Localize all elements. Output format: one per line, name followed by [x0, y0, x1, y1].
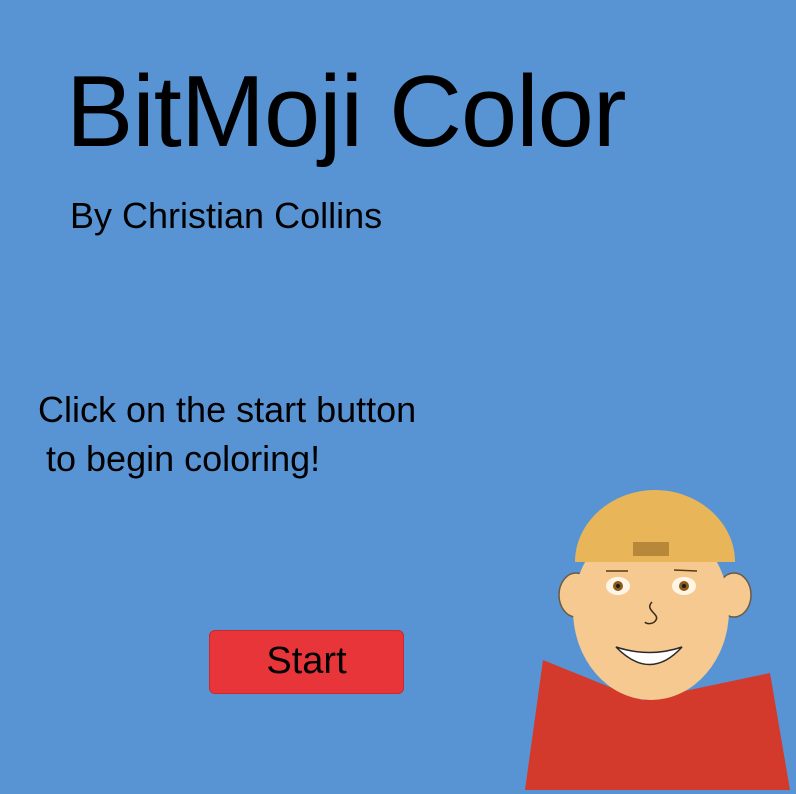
author-credit: By Christian Collins — [70, 195, 383, 236]
start-button[interactable]: Start — [209, 630, 404, 694]
mouth — [615, 646, 683, 666]
left-iris — [613, 581, 623, 591]
cap — [575, 490, 735, 562]
instructions-text: Click on the start button to begin color… — [38, 385, 416, 483]
game-title: BitMoji Color — [66, 56, 626, 168]
right-eye — [672, 577, 696, 595]
nose — [644, 601, 658, 625]
title-screen: BitMoji Color By Christian Collins Click… — [0, 0, 796, 794]
instructions-line-2: to begin coloring! — [46, 438, 321, 479]
right-pupil — [682, 584, 686, 588]
left-ear — [558, 572, 594, 618]
instructions-line-1: Click on the start button — [38, 389, 417, 430]
right-eyebrow — [673, 569, 698, 572]
right-iris — [679, 581, 689, 591]
right-ear — [716, 572, 752, 618]
cap-strap — [633, 542, 669, 556]
shirt-shape — [525, 660, 790, 790]
face — [573, 520, 729, 700]
left-pupil — [616, 584, 620, 588]
left-eye — [606, 577, 630, 595]
